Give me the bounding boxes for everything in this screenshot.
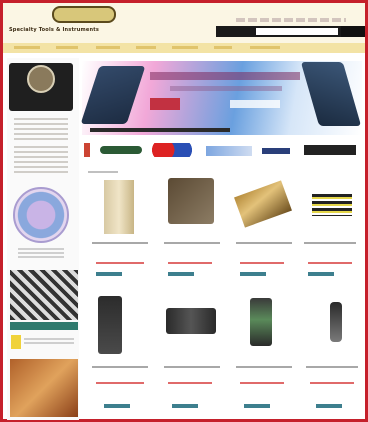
add-to-cart-button[interactable] <box>316 404 342 408</box>
tester-kit[interactable] <box>166 308 216 334</box>
multimeter[interactable] <box>98 296 122 354</box>
tool-case[interactable] <box>168 178 214 224</box>
product-name[interactable] <box>164 366 220 368</box>
product-price <box>96 262 144 264</box>
banner-subtitle <box>170 86 282 91</box>
search-button[interactable] <box>341 26 365 37</box>
add-to-cart-button[interactable] <box>168 272 194 276</box>
handheld-meter[interactable] <box>250 298 272 346</box>
sidebar-promo-image[interactable] <box>10 270 78 320</box>
brand-logo[interactable] <box>304 145 356 155</box>
product-name[interactable] <box>306 366 358 368</box>
seal-icon <box>27 65 55 93</box>
sidebar-text <box>14 146 68 176</box>
nav-link[interactable] <box>96 46 120 49</box>
product-price <box>310 382 354 384</box>
sidebar-tag-text <box>24 338 74 346</box>
banner-caption <box>90 128 230 132</box>
product-price <box>96 382 144 384</box>
brand-logo[interactable] <box>206 146 252 156</box>
banner-product <box>150 98 180 110</box>
top-links[interactable] <box>236 18 346 22</box>
certificate-text <box>18 248 64 260</box>
search-input[interactable] <box>256 28 338 35</box>
add-to-cart-button[interactable] <box>104 404 130 408</box>
banner-headline <box>150 72 300 80</box>
product-name[interactable] <box>92 366 148 368</box>
logo-text: Specialty Tools & Instruments <box>9 27 100 33</box>
product-name[interactable] <box>164 242 220 244</box>
product-name[interactable] <box>236 242 292 244</box>
add-to-cart-button[interactable] <box>240 272 266 276</box>
nav-link[interactable] <box>214 46 232 49</box>
nav-link[interactable] <box>172 46 198 49</box>
tag-icon <box>11 335 21 349</box>
certificate-badge[interactable] <box>13 187 69 243</box>
product-price <box>240 262 284 264</box>
nav-link[interactable] <box>250 46 280 49</box>
product-price <box>168 262 212 264</box>
sidebar-promo-caption <box>10 322 78 330</box>
nav-link[interactable] <box>14 46 40 49</box>
product-price <box>168 382 212 384</box>
brand-logo[interactable] <box>84 143 90 157</box>
brand-logo[interactable] <box>262 148 290 154</box>
sidebar-promo-image-2[interactable] <box>10 359 78 417</box>
add-to-cart-button[interactable] <box>244 404 270 408</box>
category-label <box>88 171 118 173</box>
add-to-cart-button[interactable] <box>308 272 334 276</box>
add-to-cart-button[interactable] <box>96 272 122 276</box>
product-price <box>240 382 284 384</box>
product-price <box>308 262 352 264</box>
banner-price-box <box>230 100 280 108</box>
probe-tool[interactable] <box>330 302 342 342</box>
tweezers-tool[interactable] <box>104 180 134 234</box>
brand-logo[interactable] <box>150 143 194 157</box>
nav-link[interactable] <box>56 46 78 49</box>
product-name[interactable] <box>236 366 292 368</box>
add-to-cart-button[interactable] <box>172 404 198 408</box>
probe-set[interactable] <box>312 194 352 216</box>
company-logo[interactable] <box>52 6 116 23</box>
sidebar-text <box>14 118 68 142</box>
product-name[interactable] <box>304 242 356 244</box>
brand-logo[interactable] <box>100 146 142 154</box>
nav-link[interactable] <box>136 46 156 49</box>
product-name[interactable] <box>92 242 148 244</box>
